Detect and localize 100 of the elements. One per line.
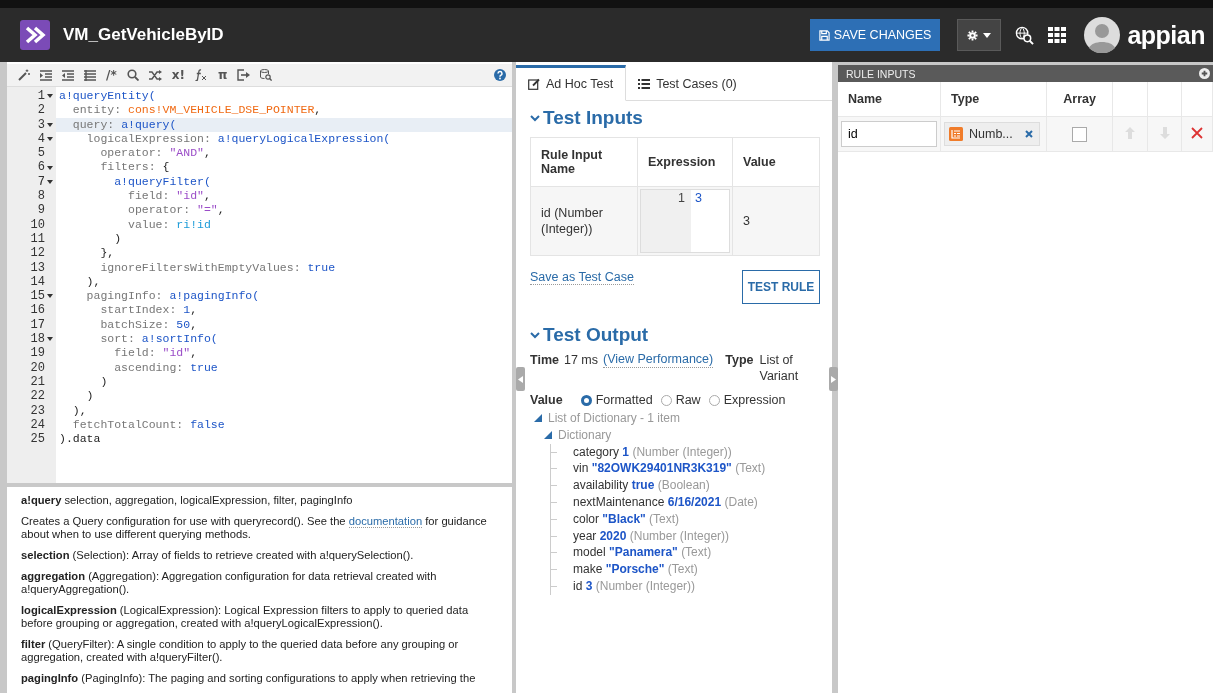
radio-option[interactable]: Expression bbox=[708, 393, 786, 407]
save-changes-button[interactable]: SAVE CHANGES bbox=[809, 19, 941, 51]
line-number: 4 bbox=[37, 131, 45, 147]
data-search-icon[interactable] bbox=[260, 69, 273, 81]
save-as-test-case-link[interactable]: Save as Test Case bbox=[530, 270, 634, 285]
value-label: Value bbox=[530, 392, 563, 408]
constant-button[interactable]: π bbox=[217, 68, 228, 82]
tree-node-label: Dictionary bbox=[558, 428, 612, 443]
code-line: query: a!query( bbox=[71, 117, 177, 131]
indent-icon[interactable] bbox=[40, 69, 52, 81]
dictionary-field: nextMaintenance 6/16/2021 (Date) bbox=[573, 495, 758, 509]
outdent-icon[interactable] bbox=[62, 69, 74, 81]
code-line: ), bbox=[71, 403, 87, 417]
fold-caret-icon[interactable] bbox=[47, 94, 53, 99]
collapse-right-handle[interactable] bbox=[829, 367, 838, 391]
line-number: 23 bbox=[30, 403, 45, 418]
radio-option[interactable]: Raw bbox=[660, 393, 701, 407]
fold-caret-icon[interactable] bbox=[47, 137, 53, 142]
column-header: Expression bbox=[637, 137, 733, 187]
rule-title: VM_GetVehicleByID bbox=[63, 25, 224, 45]
array-checkbox[interactable] bbox=[1072, 126, 1088, 142]
test-rule-button[interactable]: TEST RULE bbox=[742, 270, 820, 304]
delete-icon[interactable] bbox=[1191, 126, 1204, 139]
number-type-icon bbox=[949, 127, 963, 141]
expanded-triangle-icon[interactable] bbox=[544, 431, 552, 440]
name-input[interactable]: id bbox=[841, 121, 937, 147]
line-number: 10 bbox=[30, 217, 45, 232]
code-line: sort: a!sortInfo( bbox=[99, 332, 218, 346]
expanded-triangle-icon[interactable] bbox=[534, 414, 542, 423]
error-button[interactable]: x! bbox=[171, 68, 185, 82]
expression-editor[interactable]: 1 3 bbox=[640, 189, 730, 253]
help-icon[interactable] bbox=[494, 69, 506, 81]
user-avatar-icon[interactable] bbox=[1084, 17, 1121, 53]
code-line: ) bbox=[85, 389, 94, 403]
list-icon bbox=[638, 79, 651, 89]
view-performance-link[interactable]: (View Performance) bbox=[603, 352, 714, 368]
code-line: logicalExpression: a!queryLogicalExpression( bbox=[85, 131, 391, 145]
expression-value: 3 bbox=[694, 190, 702, 207]
dictionary-field: year 2020 (Number (Integer)) bbox=[573, 528, 730, 543]
code-line: ).data bbox=[59, 432, 101, 446]
test-output-heading[interactable]: Test Output bbox=[530, 324, 820, 346]
app-grid-icon[interactable] bbox=[1048, 27, 1067, 43]
clear-icon[interactable] bbox=[1025, 130, 1033, 138]
fold-caret-icon[interactable] bbox=[47, 165, 53, 170]
dictionary-field: make "Porsche" (Text) bbox=[573, 562, 698, 577]
radio-option[interactable]: Formatted bbox=[580, 393, 653, 407]
documentation-link[interactable]: documentation bbox=[348, 515, 423, 528]
line-number: 2 bbox=[37, 103, 45, 118]
comment-button[interactable]: /* bbox=[106, 68, 117, 82]
code-line: startIndex: 1, bbox=[99, 303, 198, 317]
line-number: 3 bbox=[37, 117, 45, 132]
code-line: ignoreFiltersWithEmptyValues: true bbox=[99, 260, 336, 274]
dictionary-field: category 1 (Number (Integer)) bbox=[573, 444, 732, 459]
line-number: 9 bbox=[37, 203, 45, 218]
code-line: pagingInfo: a!pagingInfo( bbox=[85, 289, 260, 303]
shuffle-icon[interactable] bbox=[148, 69, 162, 81]
parameter-description: pagingInfo (PagingInfo): The paging and sorting configurations to apply when retrieving the bbox=[21, 672, 477, 685]
fold-caret-icon[interactable] bbox=[47, 179, 53, 184]
line-number: 1 bbox=[37, 89, 45, 104]
test-inputs-heading[interactable]: Test Inputs bbox=[530, 107, 820, 129]
add-icon[interactable] bbox=[1199, 68, 1210, 79]
type-picker[interactable]: Numb... bbox=[944, 122, 1040, 146]
line-number: 5 bbox=[37, 146, 45, 161]
search-icon[interactable] bbox=[126, 69, 139, 81]
code-line: field: "id", bbox=[127, 189, 211, 203]
caret-icon bbox=[983, 32, 992, 38]
code-line: entity: cons!VM_VEHICLE_DSE_POINTER, bbox=[71, 103, 322, 117]
dictionary-field: vin "82OWK29401NR3K319" (Text) bbox=[573, 461, 766, 476]
code-line: a!queryEntity( bbox=[59, 89, 156, 102]
function-icon[interactable] bbox=[194, 69, 208, 81]
code-line: ) bbox=[99, 374, 108, 388]
line-number: 25 bbox=[30, 432, 45, 447]
line-number: 24 bbox=[30, 417, 45, 433]
line-number: 22 bbox=[30, 389, 45, 404]
time-label: Time bbox=[530, 352, 559, 368]
code-line: operator: "=", bbox=[127, 203, 225, 217]
export-icon[interactable] bbox=[237, 69, 251, 81]
parameter-description: selection (Selection): Array of fields to retrieve created with a!querySelection(). bbox=[21, 549, 415, 562]
magic-wand-icon[interactable] bbox=[18, 69, 30, 81]
code-line: fetchTotalCount: false bbox=[71, 417, 225, 431]
table-cell: 3 bbox=[732, 186, 820, 256]
table-cell: id (Number (Integer)) bbox=[530, 186, 638, 256]
fold-caret-icon[interactable] bbox=[47, 122, 53, 127]
dictionary-field: color "Black" (Text) bbox=[573, 511, 680, 526]
code-line: filters: { bbox=[99, 160, 170, 174]
line-number: 17 bbox=[30, 317, 45, 333]
line-number: 12 bbox=[30, 246, 45, 261]
line-number: 18 bbox=[30, 332, 45, 347]
globe-search-icon[interactable] bbox=[1015, 25, 1035, 45]
line-number: 13 bbox=[30, 260, 45, 275]
function-signature: a!query selection, aggregation, logicalExpression, filter, pagingInfo bbox=[21, 494, 354, 507]
tab[interactable]: Ad Hoc Test bbox=[516, 65, 627, 101]
parameter-description: logicalExpression (LogicalExpression): Logical Expression filters to apply to queried data before grouping or aggregation, created with a!queryLogicalExpression(). bbox=[21, 604, 470, 630]
list-icon[interactable] bbox=[84, 69, 96, 81]
code-line: a!queryFilter( bbox=[113, 174, 211, 188]
fold-caret-icon[interactable] bbox=[47, 294, 53, 299]
collapse-left-handle[interactable] bbox=[516, 367, 525, 391]
settings-dropdown-button[interactable] bbox=[957, 19, 1002, 51]
column-header: Name bbox=[838, 82, 941, 117]
fold-caret-icon[interactable] bbox=[47, 337, 53, 342]
